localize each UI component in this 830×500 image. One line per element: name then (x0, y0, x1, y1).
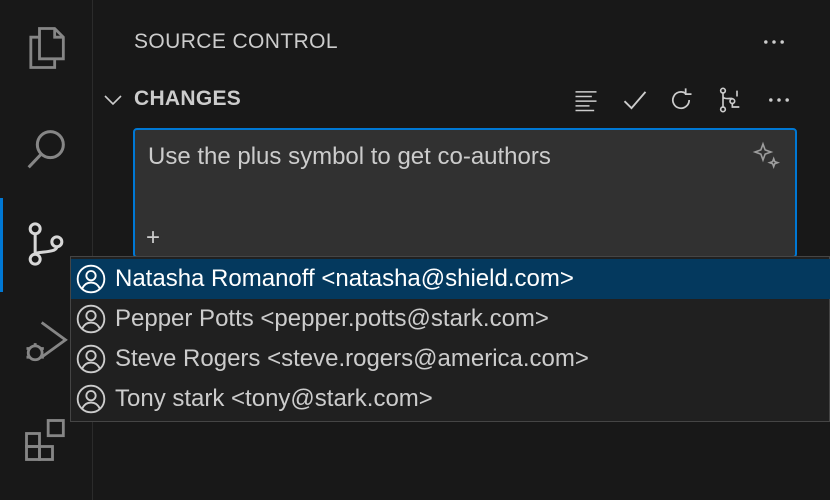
panel-title: SOURCE CONTROL (134, 30, 338, 53)
commit-message-text: Use the plus symbol to get co-authors (148, 143, 551, 170)
suggestion-label: Tony stark <tony@stark.com> (115, 385, 433, 412)
chevron-down-icon[interactable] (101, 88, 125, 112)
coauthor-suggestions: Natasha Romanoff <natasha@shield.com> Pep… (70, 256, 830, 422)
commit-check-icon[interactable] (619, 84, 651, 116)
refresh-icon[interactable] (665, 84, 697, 116)
suggestion-item[interactable]: Steve Rogers <steve.rogers@america.com> (71, 339, 830, 379)
suggestion-label: Natasha Romanoff <natasha@shield.com> (115, 265, 574, 292)
suggestion-label: Steve Rogers <steve.rogers@america.com> (115, 345, 589, 372)
suggestion-item[interactable]: Pepper Potts <pepper.potts@stark.com> (71, 299, 830, 339)
graph-icon[interactable] (714, 84, 746, 116)
active-indicator (0, 198, 3, 292)
commit-message-input[interactable]: Use the plus symbol to get co-authors + (133, 128, 797, 258)
list-icon[interactable] (570, 84, 602, 116)
section-label: CHANGES (134, 87, 242, 110)
person-icon (71, 383, 115, 415)
source-control-panel: SOURCE CONTROL CHANGES Use the plus symb… (93, 0, 830, 500)
coauthor-trigger: + (146, 224, 161, 251)
suggestion-item[interactable]: Natasha Romanoff <natasha@shield.com> (71, 259, 830, 299)
person-icon (71, 343, 115, 375)
suggestion-label: Pepper Potts <pepper.potts@stark.com> (115, 305, 549, 332)
search-icon[interactable] (0, 104, 92, 196)
more-actions-icon[interactable] (760, 28, 788, 56)
suggestion-item[interactable]: Tony stark <tony@stark.com> (71, 379, 830, 419)
changes-section-header[interactable]: CHANGES (101, 84, 801, 114)
explorer-icon[interactable] (0, 2, 92, 94)
sparkle-icon[interactable] (751, 140, 783, 172)
person-icon (71, 303, 115, 335)
person-icon (71, 263, 115, 295)
activity-bar (0, 0, 93, 500)
more-icon[interactable] (763, 84, 795, 116)
